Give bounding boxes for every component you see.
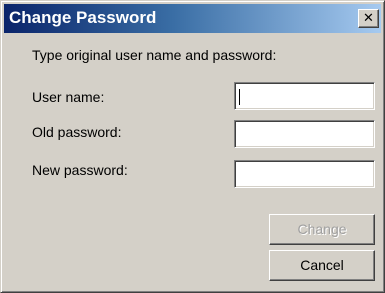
dialog-title: Change Password	[9, 8, 157, 27]
title-bar[interactable]: Change Password ✕	[4, 4, 381, 33]
close-button[interactable]: ✕	[358, 9, 379, 28]
change-button[interactable]: Change	[269, 214, 375, 245]
user-name-label: User name:	[32, 89, 105, 105]
old-password-field[interactable]	[234, 120, 375, 148]
new-password-field[interactable]	[234, 160, 375, 188]
cancel-button[interactable]: Cancel	[269, 250, 375, 281]
old-password-label: Old password:	[32, 124, 122, 140]
close-icon: ✕	[363, 11, 374, 26]
new-password-label: New password:	[32, 162, 128, 178]
text-caret	[239, 89, 240, 105]
instruction-text: Type original user name and password:	[32, 47, 277, 63]
change-password-dialog: Change Password ✕ Type original user nam…	[0, 0, 385, 293]
user-name-field[interactable]	[234, 82, 375, 110]
